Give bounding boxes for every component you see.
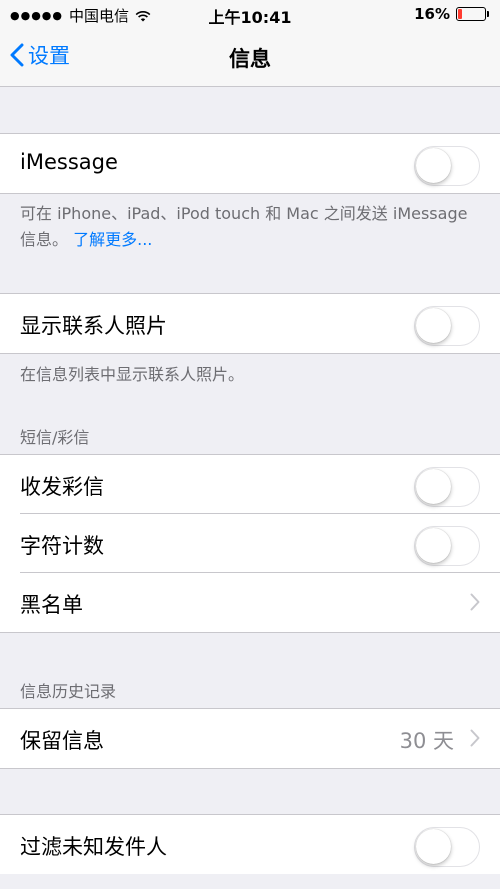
filter-group: 过滤未知发件人 xyxy=(0,814,500,874)
mms-toggle[interactable] xyxy=(414,467,480,507)
battery-level-fill xyxy=(458,9,462,19)
imessage-group: iMessage xyxy=(0,133,500,194)
sms-group: 收发彩信 字符计数 黑名单 xyxy=(0,454,500,633)
battery-percent: 16% xyxy=(414,5,450,23)
mms-label: 收发彩信 xyxy=(20,475,104,499)
history-section-header: 信息历史记录 xyxy=(20,682,117,701)
toggle-knob xyxy=(416,148,451,183)
imessage-label: iMessage xyxy=(20,150,118,174)
mms-row: 收发彩信 xyxy=(0,455,500,514)
learn-more-link[interactable]: 了解更多... xyxy=(73,230,152,249)
history-group: 保留信息 30 天 xyxy=(0,708,500,769)
char-count-toggle[interactable] xyxy=(414,526,480,566)
sms-section-header: 短信/彩信 xyxy=(20,428,90,447)
contact-photos-group: 显示联系人照片 xyxy=(0,293,500,354)
status-bar: ●●●●● 中国电信 上午10:41 16% xyxy=(0,0,500,30)
blocked-row[interactable]: 黑名单 xyxy=(0,572,500,632)
toggle-knob xyxy=(416,469,451,504)
keep-messages-row[interactable]: 保留信息 30 天 xyxy=(0,709,500,768)
contact-photos-row: 显示联系人照片 xyxy=(0,294,500,353)
filter-label: 过滤未知发件人 xyxy=(20,835,167,859)
imessage-footnote: 可在 iPhone、iPad、iPod touch 和 Mac 之间发送 iMe… xyxy=(20,201,480,253)
toggle-knob xyxy=(416,308,451,343)
contact-photos-footnote: 在信息列表中显示联系人照片。 xyxy=(20,365,245,384)
navigation-bar: 设置 信息 xyxy=(0,30,500,87)
contact-photos-label: 显示联系人照片 xyxy=(20,314,167,338)
chevron-right-icon xyxy=(470,729,480,747)
char-count-row: 字符计数 xyxy=(0,513,500,573)
filter-row: 过滤未知发件人 xyxy=(0,815,500,874)
page-title: 信息 xyxy=(229,47,271,71)
toggle-knob xyxy=(416,528,451,563)
battery-icon xyxy=(456,7,489,21)
chevron-right-icon xyxy=(470,593,480,611)
keep-messages-label: 保留信息 xyxy=(20,729,104,753)
filter-toggle[interactable] xyxy=(414,827,480,867)
contact-photos-toggle[interactable] xyxy=(414,306,480,346)
imessage-row: iMessage xyxy=(0,134,500,193)
keep-messages-value: 30 天 xyxy=(399,729,454,753)
toggle-knob xyxy=(416,829,451,864)
status-right: 16% xyxy=(414,5,489,23)
imessage-toggle[interactable] xyxy=(414,146,480,186)
blocked-label: 黑名单 xyxy=(20,593,83,617)
char-count-label: 字符计数 xyxy=(20,534,104,558)
